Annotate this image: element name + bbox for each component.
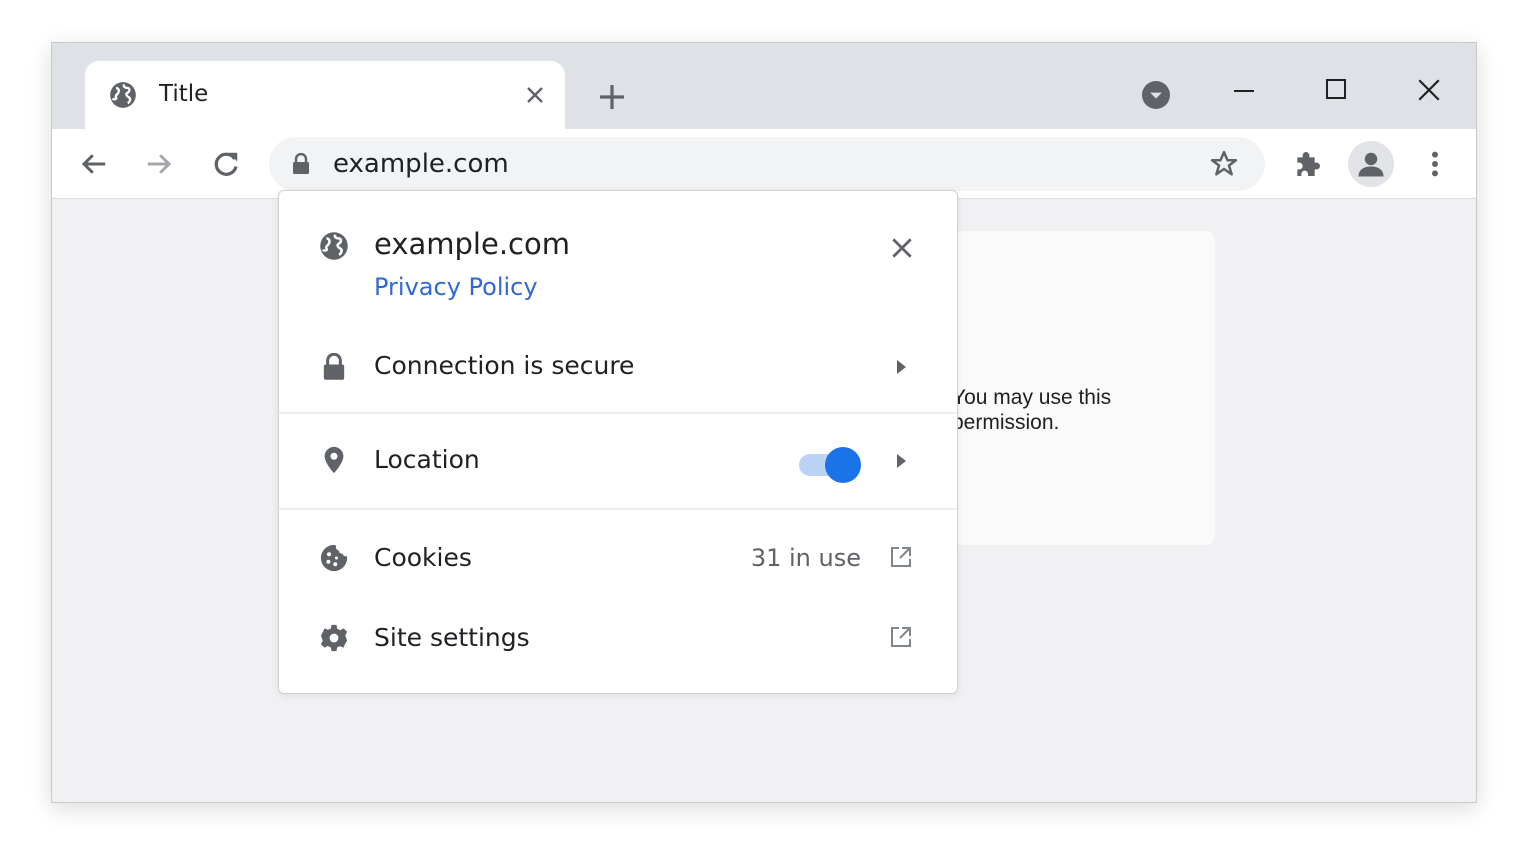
reload-icon[interactable] [211,149,241,179]
toggle-knob [825,447,861,483]
person-icon [1358,152,1384,177]
lock-icon[interactable] [291,153,311,175]
chevron-right-icon [897,454,906,468]
minimize-icon[interactable] [1232,79,1256,103]
tab-title: Title [159,81,209,107]
tab-close-icon[interactable] [523,83,547,107]
url-text[interactable]: example.com [333,149,509,179]
maximize-icon[interactable] [1324,77,1348,101]
site-info-popup: example.com Privacy Policy Connection is… [278,190,958,694]
gear-icon [320,624,348,652]
close-icon[interactable] [889,235,915,261]
address-bar[interactable]: example.com [269,137,1265,191]
site-name: example.com [374,227,570,261]
new-tab-icon[interactable] [596,81,628,113]
cookie-icon [320,544,348,572]
external-link-icon[interactable] [889,545,913,569]
globe-icon [110,82,136,108]
site-settings-label: Site settings [374,623,530,652]
site-settings-row[interactable]: Site settings [279,597,957,683]
connection-row[interactable]: Connection is secure [279,331,957,411]
window-close-icon[interactable] [1416,77,1442,103]
lock-icon [323,353,345,380]
location-toggle[interactable] [797,445,863,485]
page-content-text: You may use this permission. [952,386,1112,434]
divider [279,508,957,510]
globe-icon [320,232,348,260]
tab-strip: Title [52,43,1476,129]
tab-search-icon[interactable] [1142,81,1170,109]
external-link-icon[interactable] [889,625,913,649]
browser-tab[interactable]: Title [85,61,565,129]
browser-toolbar: example.com [52,129,1476,199]
profile-button[interactable] [1348,141,1394,187]
cookies-count: 31 in use [750,544,861,572]
back-icon[interactable] [79,149,109,179]
cookies-label: Cookies [374,543,472,572]
privacy-policy-link[interactable]: Privacy Policy [374,273,538,301]
more-vertical-icon[interactable] [1420,149,1450,179]
location-label: Location [374,445,480,474]
star-icon[interactable] [1209,149,1239,179]
connection-label: Connection is secure [374,351,635,380]
puzzle-icon[interactable] [1292,148,1324,180]
chevron-right-icon [897,360,906,374]
divider [279,412,957,414]
location-pin-icon [324,446,344,474]
forward-icon[interactable] [144,149,174,179]
